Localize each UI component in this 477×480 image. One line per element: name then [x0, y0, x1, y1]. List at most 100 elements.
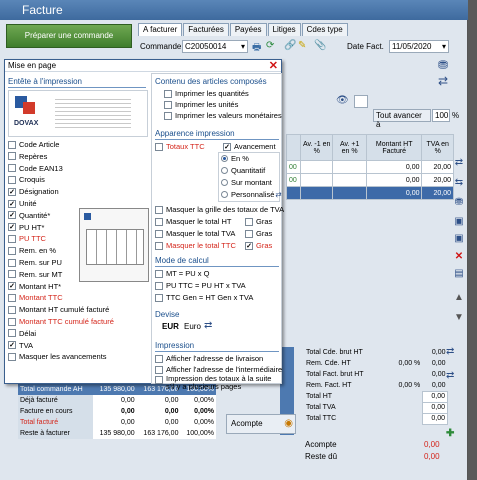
advance-quantity-radio[interactable]	[221, 167, 228, 174]
date-field[interactable]: 11/05/2020 ▾	[389, 40, 449, 53]
advance-value[interactable]: 100	[432, 109, 450, 122]
delete-icon[interactable]: ✕	[452, 251, 466, 265]
save-icon[interactable]: ▣	[452, 233, 466, 247]
header-option-checkbox[interactable]	[8, 175, 16, 184]
advance-custom-label: Personnalisé	[231, 190, 275, 199]
header-option-label: Quantité*	[19, 210, 51, 220]
calc-ttc-gen-checkbox[interactable]	[155, 293, 163, 302]
add-icon[interactable]: ✚	[446, 428, 454, 439]
totals-continuation-checkbox[interactable]	[155, 376, 163, 384]
order-total-label: Facture en cours	[20, 408, 73, 415]
print-quantities-checkbox[interactable]	[164, 89, 172, 98]
print-money-checkbox[interactable]	[164, 111, 172, 120]
close-icon[interactable]: ✕	[269, 59, 278, 72]
intermediary-address-checkbox[interactable]	[155, 365, 163, 374]
header-option-label: Masquer les avancements	[19, 352, 107, 362]
header-option-checkbox[interactable]	[8, 305, 16, 314]
header-tva: TVA en %	[421, 134, 454, 161]
header-option-label: Code Article	[19, 140, 60, 149]
prepare-order-button[interactable]: Préparer une commande	[6, 24, 132, 48]
calc-mt-checkbox[interactable]	[155, 269, 163, 278]
deposit-label: Acompte	[305, 440, 337, 449]
sync-icon[interactable]: ⇄	[204, 320, 212, 331]
header-option-checkbox[interactable]	[8, 282, 16, 291]
balance-label: Reste dû	[305, 452, 338, 461]
sync-icon[interactable]: ⇄	[438, 74, 448, 88]
advance-mode[interactable]	[354, 95, 368, 108]
calc-mt-label: MT = PU x Q	[166, 269, 210, 278]
hide-vat-grid-checkbox[interactable]	[155, 205, 163, 214]
header-option-checkbox[interactable]	[8, 234, 16, 243]
header-option-checkbox[interactable]	[8, 211, 16, 220]
header-option-checkbox[interactable]	[8, 246, 16, 255]
total-value: 0,00	[421, 390, 449, 403]
header-option: PU HT*	[8, 223, 44, 232]
advance-all-button[interactable]: Tout avancer à	[373, 109, 431, 129]
view-icon[interactable]: 👁	[336, 95, 349, 106]
total-pct: 0,00 %	[398, 360, 421, 367]
hide-total-ttc-checkbox[interactable]	[155, 241, 163, 250]
sync-icon[interactable]: ⇄	[275, 190, 281, 199]
header-option-checkbox[interactable]	[8, 352, 16, 361]
print-icon[interactable]: 🖶	[252, 40, 261, 57]
header-option-checkbox[interactable]	[8, 223, 16, 232]
attach-icon[interactable]: 📎	[314, 40, 326, 51]
totaux-ttc-checkbox[interactable]	[155, 142, 163, 151]
sync-icon[interactable]: ⇄	[446, 370, 454, 381]
order-select[interactable]: C20050014 ▾	[182, 40, 248, 53]
bold-total-ht-checkbox[interactable]	[245, 217, 253, 226]
deposit-button[interactable]: Acompte ◉	[226, 414, 296, 434]
hide-total-tva-checkbox[interactable]	[155, 229, 163, 238]
move-down-icon[interactable]: ▼	[452, 312, 466, 326]
binoculars-icon[interactable]: ⛃	[438, 58, 448, 72]
move-up-icon[interactable]: ▲	[452, 292, 466, 306]
binoculars-icon[interactable]: ⛃	[452, 197, 466, 211]
calc-section-title: Mode de calcul	[155, 256, 209, 265]
order-total-pct: 100,00%	[180, 428, 216, 439]
document-icon[interactable]: ▤	[452, 268, 466, 282]
header-option-checkbox[interactable]	[8, 152, 16, 161]
total-pct: 0,00 %	[398, 382, 421, 389]
tab-cdes-type[interactable]: Cdes type	[301, 23, 348, 36]
header-option-checkbox[interactable]	[8, 258, 16, 267]
header-option-checkbox[interactable]	[8, 187, 16, 196]
header-option-checkbox[interactable]	[8, 293, 16, 302]
advance-percent-radio[interactable]	[221, 155, 228, 162]
advance-custom-radio[interactable]	[221, 191, 228, 198]
hide-total-ht-label: Masquer le total HT	[166, 217, 232, 226]
avancement-checkbox[interactable]	[223, 142, 231, 151]
print-units-checkbox[interactable]	[164, 100, 172, 109]
header-option-label: Montant TTC cumulé facturé	[19, 317, 114, 326]
table-row[interactable]: 00 0,00 20,00	[286, 173, 454, 187]
logo-mark	[23, 102, 35, 114]
bold-total-ttc-checkbox[interactable]	[245, 241, 253, 250]
header-option-checkbox[interactable]	[8, 317, 16, 326]
edit-icon[interactable]: ✎	[298, 40, 306, 51]
sync-icon[interactable]: ⇄	[452, 157, 466, 171]
totals-continuation-label: Impression des totaux à la suite s'il y …	[166, 374, 272, 391]
sync-icon[interactable]: ⇄	[446, 346, 454, 357]
header-option-checkbox[interactable]	[8, 164, 16, 173]
hide-total-ht-checkbox[interactable]	[155, 217, 163, 226]
total-label: Total Fact. brut HT	[306, 371, 364, 378]
totals-panel: Total Cde. brut HT 0,00 Rem. Cde. HT 0,00 …	[304, 347, 449, 425]
save-icon[interactable]: ▣	[452, 216, 466, 230]
header-option-checkbox[interactable]	[8, 329, 16, 338]
tab-payees[interactable]: Payées	[229, 23, 267, 36]
tab-facturees[interactable]: Facturées	[183, 23, 229, 36]
header-option-checkbox[interactable]	[8, 270, 16, 279]
table-row[interactable]: 00 0,00 20,00	[286, 160, 454, 174]
link-icon[interactable]: 🔗	[284, 40, 296, 51]
header-option-checkbox[interactable]	[8, 341, 16, 350]
delivery-address-checkbox[interactable]	[155, 354, 163, 363]
sync-icon[interactable]: ⇆	[452, 177, 466, 191]
calc-pu-ttc-checkbox[interactable]	[155, 281, 163, 290]
table-row-selected[interactable]: 0,00 20,00	[286, 186, 454, 200]
refresh-icon[interactable]: ⟳	[266, 40, 274, 51]
advance-amount-radio[interactable]	[221, 179, 228, 186]
header-option-checkbox[interactable]	[8, 140, 16, 149]
bold-total-tva-checkbox[interactable]	[245, 229, 253, 238]
tab-a-facturer[interactable]: A facturer	[138, 23, 183, 36]
header-option-checkbox[interactable]	[8, 199, 16, 208]
tab-litiges[interactable]: Litiges	[267, 23, 301, 36]
